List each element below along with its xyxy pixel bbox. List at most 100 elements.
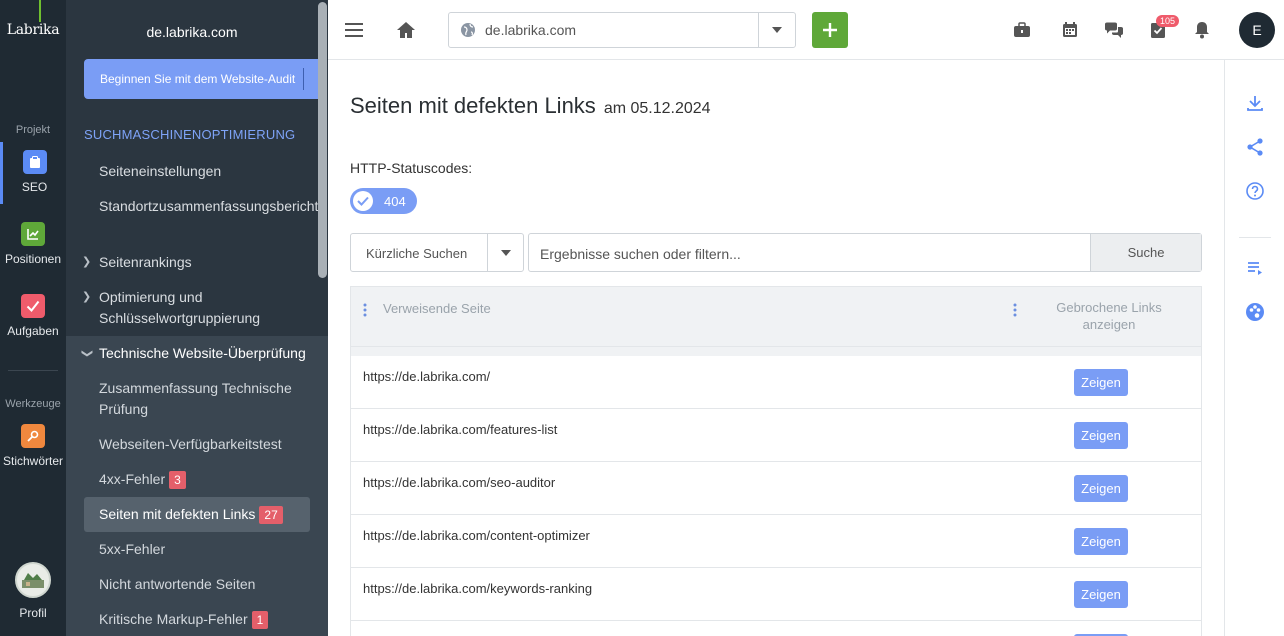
key-icon [21,424,45,448]
sidebar-subitem-availability[interactable]: Webseiten-Verfügbarkeitstest [99,434,309,455]
divider [8,370,58,371]
logo[interactable]: Labrika [0,22,66,38]
main-content: Seiten mit defekten Links am 05.12.2024 H… [328,60,1224,636]
show-links-button[interactable]: Zeigen [1074,581,1128,608]
profile-button[interactable]: Profil [0,562,66,620]
sidebar-subitem-unresponsive[interactable]: Nicht antwortende Seiten [99,574,309,595]
chevron-right-icon: ❯ [82,291,92,303]
button-divider [303,68,304,90]
rail-item-positions[interactable]: Positionen [0,214,66,276]
sidebar-item-page-settings[interactable]: Seiteneinstellungen [99,161,309,182]
rail-item-label: SEO [21,180,48,194]
table-row: https://de.labrika.com/keywords-ranking … [351,568,1201,621]
help-icon[interactable] [1245,181,1265,201]
sidebar-subitem-5xx[interactable]: 5xx-Fehler [99,539,309,560]
sidebar-item-label: Seiteneinstellungen [99,163,222,179]
profile-label: Profil [19,606,47,620]
show-links-button[interactable]: Zeigen [1074,422,1128,449]
table-row: https://de.labrika.com/features-list Zei… [351,409,1201,462]
sidebar-item-label: Technische Website-Überprüfung [99,345,306,361]
sidebar-item-label: Kritische Markup-Fehler [99,611,248,627]
show-links-button[interactable]: Zeigen [1074,528,1128,555]
column-header-referring-page[interactable]: Verweisende Seite [383,301,491,316]
table-header: Verweisende Seite Gebrochene Links anzei… [351,287,1201,347]
sidebar-item-rankings[interactable]: ❯ Seitenrankings [82,252,309,273]
status-filter-chip[interactable]: 404 [350,188,417,214]
palette-icon[interactable] [1245,302,1265,322]
rail-item-seo[interactable]: SEO [0,142,66,204]
sidebar-item-label: 4xx-Fehler [99,471,166,487]
check-icon [21,294,45,318]
globe-icon [460,22,476,43]
icon-rail: Labrika Projekt SEO Positionen Aufgaben … [0,0,66,636]
sidebar-subitem-4xx[interactable]: 4xx-Fehler 3 [99,469,309,490]
show-links-button[interactable]: Zeigen [1074,369,1128,396]
recent-searches-dropdown[interactable]: Kürzliche Suchen [350,233,524,272]
page-title-text: Seiten mit defekten Links [350,93,596,118]
right-rail [1224,60,1284,636]
chevron-right-icon: ❯ [82,256,92,268]
rail-item-keywords[interactable]: Stichwörter [0,416,66,478]
rail-item-label: Positionen [4,252,62,266]
chevron-down-icon[interactable] [487,234,523,271]
sidebar-subitem-markup-errors[interactable]: Kritische Markup-Fehler 1 [99,609,309,630]
sidebar-item-label: Optimierung und Schlüsselwortgruppierung [99,289,261,326]
download-icon[interactable] [1245,93,1265,113]
sidebar-item-technical-audit[interactable]: ❯ Technische Website-Überprüfung [81,343,309,364]
chevron-down-icon: ❯ [81,348,94,359]
check-icon [353,191,373,211]
notification-count-badge: 105 [1156,15,1180,27]
column-header-broken-links[interactable]: Gebrochene Links anzeigen [1037,299,1181,333]
search-placeholder: Ergebnisse suchen oder filtern... [540,246,741,262]
sidebar-scrollbar[interactable] [318,2,327,278]
project-selector[interactable]: de.labrika.com [448,12,796,48]
page-url[interactable]: https://de.labrika.com/ [363,369,490,384]
column-menu-icon[interactable] [363,303,367,317]
add-button[interactable] [812,12,848,48]
list-icon[interactable] [1245,258,1265,278]
sidebar-item-label: Seitenrankings [99,254,192,270]
rail-item-tasks[interactable]: Aufgaben [0,286,66,348]
sidebar-subitem-tech-summary[interactable]: Zusammenfassung Technische Prüfung [99,378,309,420]
column-menu-icon[interactable] [1013,303,1017,317]
show-links-button[interactable]: Zeigen [1074,475,1128,502]
calendar-icon[interactable] [1058,18,1082,42]
menu-icon[interactable] [342,18,366,42]
home-icon[interactable] [394,18,418,42]
share-icon[interactable] [1245,137,1265,157]
page-url[interactable]: https://de.labrika.com/seo-auditor [363,475,555,490]
bell-icon[interactable] [1190,18,1214,42]
page-title: Seiten mit defekten Links am 05.12.2024 [350,93,711,119]
chevron-down-icon[interactable] [758,13,795,47]
sidebar-item-label: Seiten mit defekten Links [99,506,256,522]
status-code-value: 404 [384,193,406,209]
avatar [15,562,51,598]
sidebar-item-label: Webseiten-Verfügbarkeitstest [99,436,282,452]
rail-item-label: Stichwörter [2,454,64,468]
divider [1239,237,1271,238]
count-badge: 3 [169,471,186,490]
chat-icon[interactable] [1102,18,1126,42]
status-codes-label: HTTP-Statuscodes: [350,160,473,176]
user-avatar[interactable]: E [1239,12,1275,48]
rail-item-label: Aufgaben [7,324,59,338]
search-input[interactable]: Ergebnisse suchen oder filtern... Suche [528,233,1202,272]
sidebar-item-label: Standortzusammenfassungsbericht [99,198,319,214]
project-domain[interactable]: de.labrika.com [66,24,318,40]
header-strip [351,347,1201,356]
sidebar-item-site-summary[interactable]: Standortzusammenfassungsbericht [99,196,318,217]
recent-searches-label: Kürzliche Suchen [366,246,468,261]
sidebar-item-label: Zusammenfassung Technische Prüfung [99,380,292,417]
table-row: https://de.labrika.com/seo-auditor Zeige… [351,462,1201,515]
page-url[interactable]: https://de.labrika.com/keywords-ranking [363,581,592,596]
sidebar-subitem-broken-links[interactable]: Seiten mit defekten Links 27 [99,504,309,525]
chart-icon [21,222,45,246]
sidebar-item-optimization[interactable]: ❯ Optimierung und Schlüsselwortgruppieru… [82,287,309,329]
page-url[interactable]: https://de.labrika.com/features-list [363,422,557,437]
count-badge: 1 [251,611,269,630]
briefcase-icon[interactable] [1010,18,1034,42]
start-audit-button[interactable]: Beginnen Sie mit dem Website-Audit [84,59,324,99]
logo-accent [39,0,41,22]
search-button[interactable]: Suche [1090,234,1201,271]
page-url[interactable]: https://de.labrika.com/content-optimizer [363,528,590,543]
